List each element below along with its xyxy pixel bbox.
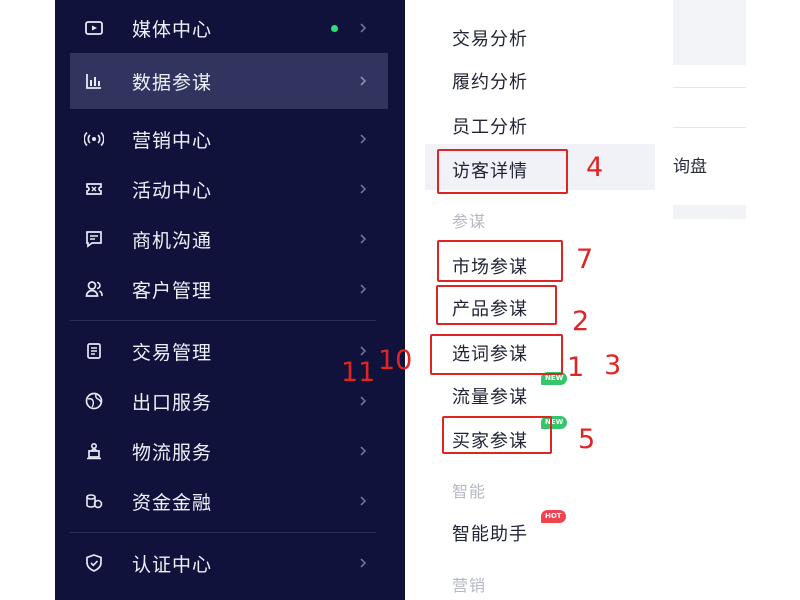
submenu-group-smart: 智能	[452, 482, 487, 501]
sidebar-item-certification-center[interactable]: 认证中心	[70, 538, 388, 588]
annotation-number: 1	[567, 352, 585, 383]
chevron-right-icon	[360, 396, 367, 406]
content-strip	[673, 205, 746, 219]
sidebar-item-label: 营销中心	[132, 129, 213, 152]
notification-dot	[331, 25, 338, 32]
sidebar-item-marketing-center[interactable]: 营销中心	[70, 114, 388, 164]
annotation-box-keyword-advisor	[430, 334, 563, 375]
chevron-right-icon	[360, 284, 367, 294]
annotation-box-buyer-advisor	[442, 416, 552, 454]
sidebar-divider	[70, 532, 376, 533]
chevron-right-icon	[360, 496, 367, 506]
chevron-right-icon	[360, 346, 367, 356]
annotation-number: 10	[378, 345, 413, 376]
annotation-number: 4	[586, 152, 604, 183]
sidebar-divider	[70, 320, 376, 321]
sidebar-item-label: 资金金融	[132, 491, 213, 514]
globe-icon	[85, 392, 103, 410]
sidebar-item-label: 客户管理	[132, 279, 213, 302]
sidebar-item-label: 数据参谋	[132, 71, 213, 94]
inquiry-label[interactable]: 询盘	[673, 152, 707, 177]
chevron-right-icon	[360, 134, 367, 144]
bar-chart-icon	[86, 74, 101, 89]
chat-icon	[86, 231, 102, 248]
annotation-box-product-advisor	[436, 285, 557, 325]
annotation-box-market-advisor	[437, 240, 563, 282]
annotation-box-visitor-details	[437, 149, 568, 194]
sidebar-item-data-advisor[interactable]: 数据参谋	[70, 53, 388, 109]
sidebar-item-activity-center[interactable]: 活动中心	[70, 164, 388, 214]
sidebar-item-label: 认证中心	[132, 553, 213, 576]
chevron-right-icon	[360, 558, 367, 568]
annotation-number: 2	[572, 306, 590, 337]
sidebar-item-customer-management[interactable]: 客户管理	[70, 264, 388, 314]
chevron-right-icon	[360, 446, 367, 456]
sidebar-item-logistics-service[interactable]: 物流服务	[70, 426, 388, 476]
annotation-number: 5	[578, 424, 596, 455]
sidebar-item-label: 活动中心	[132, 179, 213, 202]
sidebar-item-label: 出口服务	[132, 391, 213, 414]
sidebar-item-label: 交易管理	[132, 341, 213, 364]
delivery-icon	[87, 442, 101, 460]
sidebar-nav: 媒体中心 数据参谋 营销中心 活动中心 商机沟通 客户管理 交易管理 出口服务 …	[55, 0, 405, 600]
sidebar-item-finance[interactable]: 资金金融	[70, 476, 388, 526]
submenu-item-trade-analysis[interactable]: 交易分析	[452, 25, 528, 51]
submenu-group-marketing: 营销	[452, 576, 487, 595]
chevron-right-icon	[360, 23, 367, 33]
sidebar-item-media-center[interactable]: 媒体中心	[70, 3, 388, 53]
submenu-item-traffic-advisor[interactable]: 流量参谋	[452, 383, 528, 409]
left-gutter	[0, 0, 55, 600]
submenu-item-staff-analysis[interactable]: 员工分析	[452, 113, 528, 139]
sidebar-item-label: 物流服务	[132, 441, 213, 464]
content-header-block	[673, 0, 746, 65]
chevron-right-icon	[360, 76, 367, 86]
hot-badge: HOT	[541, 510, 566, 523]
sidebar-item-label: 商机沟通	[132, 229, 213, 252]
submenu-group-advisor: 参谋	[452, 212, 487, 231]
video-icon	[85, 21, 103, 35]
chevron-right-icon	[360, 234, 367, 244]
sidebar-item-label: 媒体中心	[132, 18, 213, 41]
submenu-item-fulfillment-analysis[interactable]: 履约分析	[452, 68, 528, 94]
submenu-item-smart-assistant[interactable]: 智能助手	[452, 520, 528, 546]
content-divider	[673, 87, 746, 88]
main-content-area: 询盘	[673, 0, 800, 600]
ticket-icon	[86, 183, 102, 195]
content-divider	[673, 127, 746, 128]
shield-icon	[86, 554, 102, 572]
broadcast-icon	[84, 131, 104, 147]
sidebar-item-business-chat[interactable]: 商机沟通	[70, 214, 388, 264]
annotation-number: 7	[576, 244, 594, 275]
coins-icon	[86, 494, 103, 509]
document-icon	[87, 343, 101, 359]
chevron-right-icon	[360, 184, 367, 194]
annotation-number: 3	[604, 350, 622, 381]
users-icon	[85, 281, 103, 297]
annotation-number: 11	[341, 357, 376, 388]
